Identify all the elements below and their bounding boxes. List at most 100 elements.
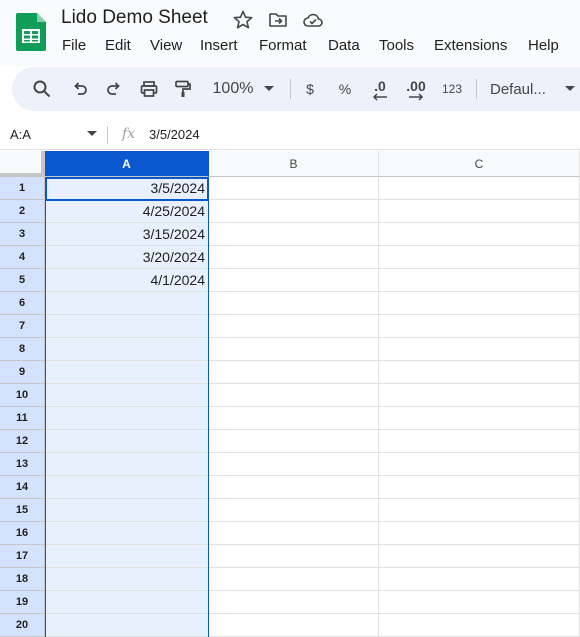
cell-b[interactable]	[209, 246, 379, 269]
cell-b[interactable]	[209, 522, 379, 545]
row-header[interactable]: 1	[0, 177, 45, 200]
row-header[interactable]: 19	[0, 591, 45, 614]
cell-b[interactable]	[209, 177, 379, 200]
more-formats-button[interactable]: 123	[438, 67, 466, 111]
cloud-saved-icon[interactable]	[302, 9, 324, 31]
column-header-b[interactable]: B	[209, 151, 379, 177]
column-header-c[interactable]: C	[379, 151, 580, 177]
cell-a[interactable]	[45, 338, 209, 361]
cell-b[interactable]	[209, 453, 379, 476]
cell-a[interactable]: 4/1/2024	[45, 269, 209, 292]
move-to-folder-icon[interactable]	[267, 9, 289, 31]
cell-a[interactable]: 4/25/2024	[45, 200, 209, 223]
row-header[interactable]: 2	[0, 200, 45, 223]
zoom-select[interactable]: 100%	[208, 67, 258, 111]
row-header[interactable]: 8	[0, 338, 45, 361]
cell-b[interactable]	[209, 338, 379, 361]
cell-a[interactable]: 3/20/2024	[45, 246, 209, 269]
cell-c[interactable]	[379, 200, 580, 223]
zoom-dropdown[interactable]	[262, 67, 276, 111]
select-all-corner[interactable]	[0, 151, 45, 177]
menu-format[interactable]: Format	[259, 37, 307, 54]
search-menus-button[interactable]	[30, 67, 54, 111]
cell-c[interactable]	[379, 430, 580, 453]
cell-a[interactable]	[45, 614, 209, 637]
star-icon[interactable]	[232, 9, 254, 31]
cell-a[interactable]	[45, 292, 209, 315]
cell-a[interactable]	[45, 430, 209, 453]
font-dropdown[interactable]	[563, 67, 577, 111]
cell-c[interactable]	[379, 246, 580, 269]
row-header[interactable]: 5	[0, 269, 45, 292]
menu-edit[interactable]: Edit	[105, 37, 131, 54]
cell-c[interactable]	[379, 338, 580, 361]
row-header[interactable]: 16	[0, 522, 45, 545]
format-currency-button[interactable]: $	[301, 67, 319, 111]
cell-b[interactable]	[209, 430, 379, 453]
row-header[interactable]: 14	[0, 476, 45, 499]
cell-b[interactable]	[209, 223, 379, 246]
cell-c[interactable]	[379, 522, 580, 545]
menu-view[interactable]: View	[150, 37, 182, 54]
decrease-decimal-button[interactable]: .0	[368, 67, 392, 111]
cell-b[interactable]	[209, 269, 379, 292]
cell-c[interactable]	[379, 407, 580, 430]
name-box[interactable]: A:A	[10, 127, 31, 142]
font-family-select[interactable]: Defaul...	[490, 67, 552, 111]
cell-b[interactable]	[209, 200, 379, 223]
cell-a[interactable]	[45, 476, 209, 499]
cell-c[interactable]	[379, 269, 580, 292]
cell-a[interactable]	[45, 545, 209, 568]
cell-c[interactable]	[379, 361, 580, 384]
row-header[interactable]: 6	[0, 292, 45, 315]
row-header[interactable]: 15	[0, 499, 45, 522]
increase-decimal-button[interactable]: .00	[402, 67, 430, 111]
cell-c[interactable]	[379, 568, 580, 591]
cell-a[interactable]	[45, 499, 209, 522]
cell-c[interactable]	[379, 384, 580, 407]
row-header[interactable]: 7	[0, 315, 45, 338]
name-box-dropdown-icon[interactable]	[87, 131, 97, 137]
print-button[interactable]	[137, 67, 161, 111]
cell-b[interactable]	[209, 568, 379, 591]
row-header[interactable]: 3	[0, 223, 45, 246]
cell-b[interactable]	[209, 384, 379, 407]
row-header[interactable]: 12	[0, 430, 45, 453]
cell-a[interactable]	[45, 384, 209, 407]
cell-c[interactable]	[379, 453, 580, 476]
row-header[interactable]: 9	[0, 361, 45, 384]
cell-c[interactable]	[379, 476, 580, 499]
cell-a[interactable]	[45, 568, 209, 591]
column-header-a[interactable]: A	[45, 151, 209, 177]
cell-b[interactable]	[209, 614, 379, 637]
cell-a[interactable]: 3/5/2024	[45, 177, 209, 200]
cell-c[interactable]	[379, 177, 580, 200]
menu-tools[interactable]: Tools	[379, 37, 414, 54]
cell-c[interactable]	[379, 315, 580, 338]
cell-c[interactable]	[379, 223, 580, 246]
cell-b[interactable]	[209, 499, 379, 522]
row-header[interactable]: 10	[0, 384, 45, 407]
cell-b[interactable]	[209, 591, 379, 614]
cell-a[interactable]: 3/15/2024	[45, 223, 209, 246]
cell-c[interactable]	[379, 591, 580, 614]
row-header[interactable]: 13	[0, 453, 45, 476]
document-title[interactable]: Lido Demo Sheet	[61, 7, 208, 29]
cell-b[interactable]	[209, 476, 379, 499]
row-header[interactable]: 18	[0, 568, 45, 591]
menu-extensions[interactable]: Extensions	[434, 37, 507, 54]
row-header[interactable]: 4	[0, 246, 45, 269]
menu-insert[interactable]: Insert	[200, 37, 238, 54]
row-header[interactable]: 20	[0, 614, 45, 637]
cell-a[interactable]	[45, 361, 209, 384]
cell-a[interactable]	[45, 591, 209, 614]
menu-data[interactable]: Data	[328, 37, 360, 54]
redo-button[interactable]	[102, 67, 126, 111]
cell-a[interactable]	[45, 407, 209, 430]
cell-b[interactable]	[209, 545, 379, 568]
formula-input[interactable]: 3/5/2024	[149, 127, 200, 142]
menu-help[interactable]: Help	[528, 37, 559, 54]
cell-b[interactable]	[209, 292, 379, 315]
cell-b[interactable]	[209, 361, 379, 384]
cell-c[interactable]	[379, 614, 580, 637]
